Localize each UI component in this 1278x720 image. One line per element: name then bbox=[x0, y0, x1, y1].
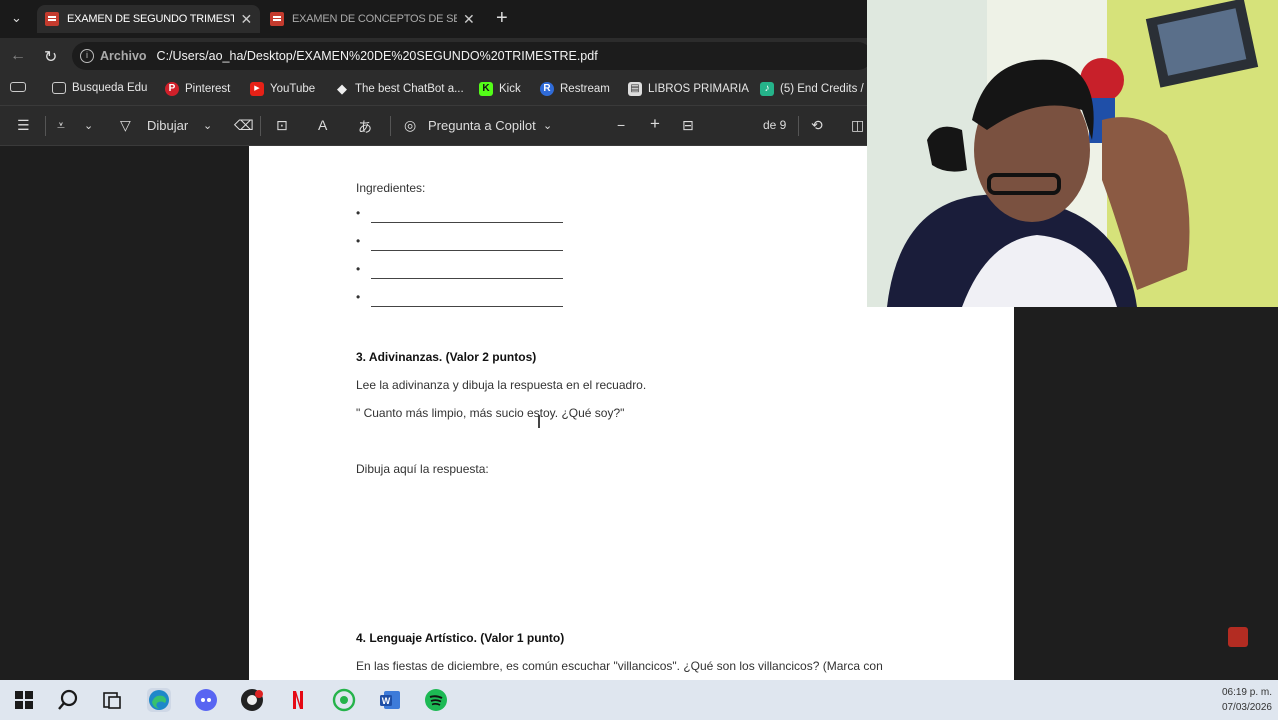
word-icon[interactable]: W bbox=[378, 688, 402, 712]
close-tab-icon[interactable]: ✕ bbox=[240, 11, 252, 28]
draw-dropdown-chevron-icon[interactable]: ⌄ bbox=[203, 119, 212, 132]
highlight-icon[interactable]: ⩡ bbox=[57, 117, 65, 134]
draw-pen-icon[interactable]: ▽ bbox=[120, 117, 131, 134]
obs-studio-icon[interactable] bbox=[240, 688, 264, 712]
translate-icon[interactable]: あ bbox=[358, 117, 372, 137]
whatsapp-icon[interactable] bbox=[332, 688, 356, 712]
webcam-feed-image bbox=[867, 0, 1278, 307]
favorite-end-credits[interactable]: ♪ (5) End Credits / S bbox=[760, 82, 875, 96]
favorite-label: Pinterest bbox=[185, 83, 231, 95]
spotify-icon[interactable] bbox=[424, 688, 448, 712]
bullet: • bbox=[356, 206, 361, 220]
answer-line bbox=[371, 222, 563, 223]
zoom-in-icon[interactable]: + bbox=[650, 114, 660, 134]
folder-icon bbox=[52, 82, 66, 94]
favorite-label: Kick bbox=[499, 83, 521, 95]
favorite-busqueda-edu[interactable]: Busqueda Edu bbox=[52, 82, 147, 94]
windows-taskbar: W 06:19 p. m. 07/03/2026 bbox=[0, 680, 1278, 720]
section3-instruction: Lee la adivinanza y dibuja la respuesta … bbox=[356, 378, 647, 392]
tab-title: EXAMEN DE CONCEPTOS DE SEGUNDO bbox=[292, 13, 457, 25]
favorite-label: (5) End Credits / S bbox=[780, 83, 875, 95]
restream-icon: R bbox=[540, 82, 554, 96]
favorite-label: LIBROS PRIMARIA bbox=[648, 83, 749, 95]
clock-date: 07/03/2026 bbox=[1221, 702, 1272, 713]
read-aloud-icon[interactable]: A bbox=[318, 117, 327, 133]
edge-browser-icon[interactable] bbox=[147, 688, 171, 712]
favorite-chatbot[interactable]: ◆ The best ChatBot a... bbox=[335, 82, 464, 96]
clock-time: 06:19 p. m. bbox=[1221, 687, 1272, 698]
section4-title: 4. Lenguaje Artístico. (Valor 1 punto) bbox=[356, 631, 565, 645]
page-total-label: de 9 bbox=[763, 118, 787, 132]
copilot-dropdown-chevron-icon[interactable]: ⌄ bbox=[543, 119, 552, 132]
system-clock[interactable]: 06:19 p. m. 07/03/2026 bbox=[1222, 685, 1272, 715]
url-text: C:/Users/ao_ha/Desktop/EXAMEN%20DE%20SEG… bbox=[156, 49, 598, 63]
netflix-icon[interactable] bbox=[286, 688, 310, 712]
favorites-toggle-icon[interactable] bbox=[10, 82, 32, 92]
tab-examen-segundo-trimestre[interactable]: EXAMEN DE SEGUNDO TRIMESTRE ✕ bbox=[37, 5, 260, 33]
book-icon: ▤ bbox=[628, 82, 642, 96]
favorite-restream[interactable]: R Restream bbox=[540, 82, 610, 96]
tab-title: EXAMEN DE SEGUNDO TRIMESTRE bbox=[67, 13, 235, 25]
eraser-icon[interactable]: ⌫ bbox=[234, 117, 254, 134]
search-icon[interactable] bbox=[56, 688, 80, 712]
copilot-icon[interactable]: ◎ bbox=[404, 117, 416, 134]
text-box-icon[interactable]: ⊡ bbox=[276, 117, 288, 134]
favorite-label: The best ChatBot a... bbox=[355, 83, 464, 95]
fit-page-icon[interactable]: ⊟ bbox=[682, 117, 694, 134]
page-view-icon[interactable]: ◫ bbox=[851, 117, 864, 134]
url-field[interactable]: i Archivo C:/Users/ao_ha/Desktop/EXAMEN%… bbox=[72, 42, 872, 70]
task-view-icon[interactable] bbox=[100, 688, 124, 712]
kick-icon: K bbox=[479, 82, 493, 96]
close-tab-icon[interactable]: ✕ bbox=[463, 11, 475, 28]
adobe-acrobat-icon[interactable] bbox=[1228, 627, 1248, 647]
bullet: • bbox=[356, 234, 361, 248]
pdf-icon bbox=[45, 12, 59, 26]
webcam-overlay bbox=[867, 0, 1278, 307]
contents-list-icon[interactable]: ☰ bbox=[17, 117, 30, 134]
favorite-pinterest[interactable]: P Pinterest bbox=[165, 82, 230, 96]
bullet: • bbox=[356, 262, 361, 276]
answer-line bbox=[371, 278, 563, 279]
pdf-icon bbox=[270, 12, 284, 26]
vertical-scrollbar[interactable] bbox=[1266, 307, 1278, 680]
section4-text: En las fiestas de diciembre, es común es… bbox=[356, 659, 883, 673]
svg-text:W: W bbox=[382, 696, 391, 706]
draw-button[interactable]: Dibujar bbox=[147, 118, 188, 133]
chatbot-icon: ◆ bbox=[337, 81, 347, 96]
url-scheme-label: Archivo bbox=[100, 49, 147, 63]
riddle-text: " Cuanto más limpio, más sucio estoy. ¿Q… bbox=[356, 406, 625, 420]
rotate-icon[interactable]: ⟲ bbox=[811, 117, 823, 134]
section3-title: 3. Adivinanzas. (Valor 2 puntos) bbox=[356, 350, 537, 364]
tab-examen-conceptos[interactable]: EXAMEN DE CONCEPTOS DE SEGUNDO ✕ bbox=[262, 5, 485, 33]
answer-line bbox=[371, 306, 563, 307]
ingredients-label: Ingredientes: bbox=[356, 181, 426, 195]
favorite-libros-primaria[interactable]: ▤ LIBROS PRIMARIA bbox=[628, 82, 749, 96]
favorite-label: YouTube bbox=[270, 83, 316, 95]
bullet: • bbox=[356, 290, 361, 304]
discord-icon[interactable] bbox=[194, 688, 218, 712]
draw-answer-prompt: Dibuja aquí la respuesta: bbox=[356, 462, 489, 476]
windows-start-icon[interactable] bbox=[12, 688, 36, 712]
highlight-dropdown-chevron-icon[interactable]: ⌄ bbox=[84, 119, 93, 132]
refresh-icon[interactable]: ↻ bbox=[44, 47, 57, 67]
favorite-label: Restream bbox=[560, 83, 610, 95]
tab-menu-chevron-icon[interactable]: ⌄ bbox=[11, 10, 22, 26]
ask-copilot-button[interactable]: Pregunta a Copilot bbox=[428, 118, 536, 133]
favorite-kick[interactable]: K Kick bbox=[479, 82, 521, 96]
text-cursor-icon bbox=[538, 415, 540, 428]
back-arrow-icon[interactable]: ← bbox=[10, 47, 26, 65]
favorite-label: Busqueda Edu bbox=[72, 82, 148, 94]
youtube-icon: ▶ bbox=[250, 82, 264, 96]
music-icon: ♪ bbox=[760, 82, 774, 96]
pinterest-icon: P bbox=[165, 82, 179, 96]
info-icon[interactable]: i bbox=[80, 49, 94, 63]
answer-line bbox=[371, 250, 563, 251]
zoom-out-icon[interactable]: − bbox=[617, 117, 625, 133]
favorite-youtube[interactable]: ▶ YouTube bbox=[250, 82, 315, 96]
new-tab-plus-icon[interactable]: + bbox=[496, 7, 508, 30]
